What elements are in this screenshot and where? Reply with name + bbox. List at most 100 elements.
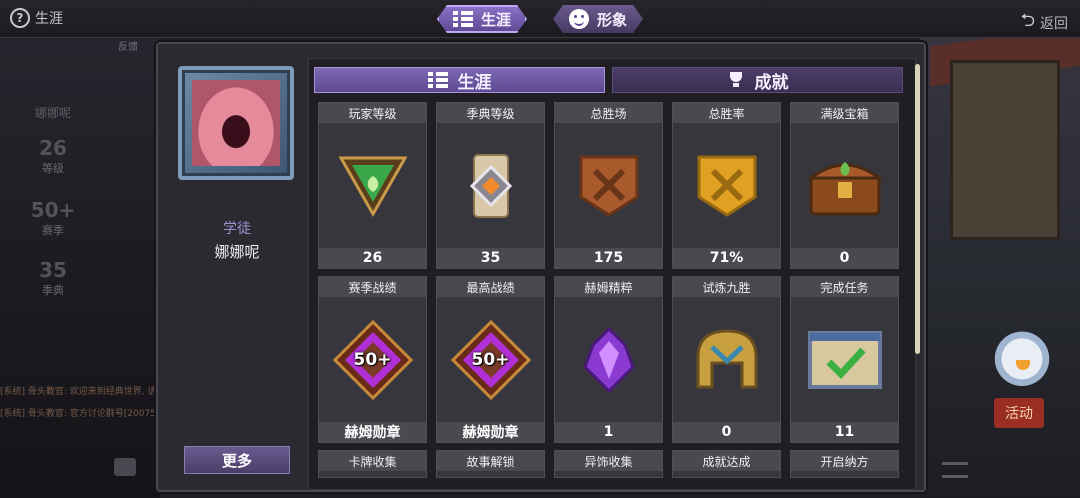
card-title: 成就达成: [673, 451, 780, 471]
card-title: 总胜场: [555, 103, 662, 123]
stat-card-max-chest[interactable]: 满级宝箱 0: [790, 102, 899, 269]
side-name: 娜娜呢: [34, 106, 71, 120]
tab-career-label: 生涯: [481, 10, 512, 29]
card-value: 0: [673, 422, 780, 442]
card-title: 卡牌收集: [319, 451, 426, 471]
top-tabs: 生涯 形象: [437, 5, 643, 33]
menu-icon[interactable]: [942, 462, 968, 478]
content-tabs: 生涯 成就: [314, 67, 903, 93]
smile-icon: [569, 9, 589, 29]
purple-medal-icon: 50+: [319, 305, 426, 415]
tab-career[interactable]: 生涯: [437, 5, 527, 33]
card-value: 26: [319, 248, 426, 268]
stat-card-achievements-reached[interactable]: 成就达成: [672, 450, 781, 478]
stat-card-trial-nine-wins[interactable]: 试炼九胜 0: [672, 276, 781, 443]
avatar-image: [192, 80, 280, 166]
card-title: 异饰收集: [555, 451, 662, 471]
stat-card-total-wins[interactable]: 总胜场 175: [554, 102, 663, 269]
tab-appearance[interactable]: 形象: [553, 5, 643, 33]
career-label: 生涯: [35, 11, 63, 27]
card-value: 1: [555, 422, 662, 442]
scrollbar[interactable]: [915, 64, 920, 354]
card-title: 赫姆精粹: [555, 277, 662, 297]
card-badge: 50+: [353, 350, 392, 370]
card-title: 赛季战绩: [319, 277, 426, 297]
chat-line: [系统] 骨头教官: 官方讨论群号[20075: [0, 409, 156, 419]
card-title: 开启纳方: [791, 451, 898, 471]
stat-card-open-nafang[interactable]: 开启纳方: [790, 450, 899, 478]
tab-achievements[interactable]: 成就: [612, 67, 903, 93]
activity-button[interactable]: 活动: [994, 398, 1044, 428]
chat-icon[interactable]: [114, 458, 136, 476]
list-icon: [427, 72, 448, 88]
card-value: 11: [791, 422, 898, 442]
house-wall: [950, 60, 1060, 240]
treasure-chest-icon: [791, 131, 898, 241]
gold-crossed-swords-shield-icon: [673, 131, 780, 241]
card-value: 赫姆勋章: [319, 422, 426, 442]
card-value: 175: [555, 248, 662, 268]
career-help-button[interactable]: ? 生涯: [10, 8, 63, 28]
stat-card-season-level[interactable]: 季典等级 35: [436, 102, 545, 269]
card-title: 满级宝箱: [791, 103, 898, 123]
player-rank: 学徒: [223, 221, 251, 237]
card-value: 35: [437, 248, 544, 268]
top-bar: ? 生涯 生涯 形象 ⮌ 返回: [0, 0, 1080, 38]
stat-card-card-collection[interactable]: 卡牌收集: [318, 450, 427, 478]
avatar[interactable]: [178, 66, 294, 180]
side-season-num: 50+: [30, 198, 76, 222]
card-value: 赫姆勋章: [437, 422, 544, 442]
tab-career-stats-label: 生涯: [457, 72, 492, 93]
purple-medal-icon: 50+: [437, 305, 544, 415]
bronze-crossed-swords-shield-icon: [555, 131, 662, 241]
card-value: 0: [791, 248, 898, 268]
card-value: 71%: [673, 248, 780, 268]
tab-achievements-label: 成就: [754, 72, 789, 93]
side-level-stat: 26 等级: [30, 136, 76, 176]
stat-card-win-rate[interactable]: 总胜率 71%: [672, 102, 781, 269]
card-title: 故事解锁: [437, 451, 544, 471]
back-arrow-icon: ⮌: [1020, 10, 1035, 31]
side-classic-label: 季典: [42, 284, 64, 297]
side-classic-num: 35: [39, 258, 67, 282]
back-label: 返回: [1040, 16, 1068, 32]
side-classic-stat: 35 季典: [30, 258, 76, 298]
bird-mascot-icon: [994, 330, 1050, 394]
scroll-diamond-emblem-icon: [437, 131, 544, 241]
trophy-icon: [727, 72, 745, 88]
list-icon: [453, 11, 473, 27]
stats-content: 生涯 成就 玩家等级 26 季典等级 35 总胜场 175 总胜率 71% 满级…: [308, 58, 916, 490]
golden-helmet-icon: [673, 305, 780, 415]
question-icon: ?: [10, 8, 30, 28]
card-title: 季典等级: [437, 103, 544, 123]
stat-card-helm-essence[interactable]: 赫姆精粹 1: [554, 276, 663, 443]
card-title: 总胜率: [673, 103, 780, 123]
stat-card-best-record[interactable]: 最高战绩 50+ 赫姆勋章: [436, 276, 545, 443]
chat-line: [系统] 骨头教官: 欢迎来到经典世界, 请: [0, 387, 157, 397]
tab-appearance-label: 形象: [597, 10, 628, 29]
side-season-stat: 50+ 赛季: [30, 198, 76, 238]
back-button[interactable]: ⮌ 返回: [1021, 8, 1068, 38]
feedback-label: 反馈: [118, 42, 138, 53]
player-name: 娜娜呢: [214, 243, 260, 261]
card-title: 最高战绩: [437, 277, 544, 297]
checkmark-board-icon: [791, 305, 898, 415]
stat-card-tasks-completed[interactable]: 完成任务 11: [790, 276, 899, 443]
card-title: 试炼九胜: [673, 277, 780, 297]
more-button[interactable]: 更多: [184, 446, 290, 474]
card-title: 玩家等级: [319, 103, 426, 123]
stat-card-player-level[interactable]: 玩家等级 26: [318, 102, 427, 269]
stat-card-decoration-collection[interactable]: 异饰收集: [554, 450, 663, 478]
background-left-scene: [0, 0, 160, 498]
stat-card-story-unlock[interactable]: 故事解锁: [436, 450, 545, 478]
purple-crystal-icon: [555, 305, 662, 415]
career-panel: 学徒 娜娜呢 更多 生涯 成就 玩家等级 26 季典等级 35 总胜场 175 …: [156, 42, 926, 492]
green-triangle-emblem-icon: [319, 131, 426, 241]
stats-grid: 玩家等级 26 季典等级 35 总胜场 175 总胜率 71% 满级宝箱 0 赛…: [318, 102, 899, 478]
side-level-label: 等级: [42, 162, 64, 175]
stat-card-season-record[interactable]: 赛季战绩 50+ 赫姆勋章: [318, 276, 427, 443]
card-badge: 50+: [471, 350, 510, 370]
tab-career-stats[interactable]: 生涯: [314, 67, 605, 93]
side-level-num: 26: [39, 136, 67, 160]
card-title: 完成任务: [791, 277, 898, 297]
